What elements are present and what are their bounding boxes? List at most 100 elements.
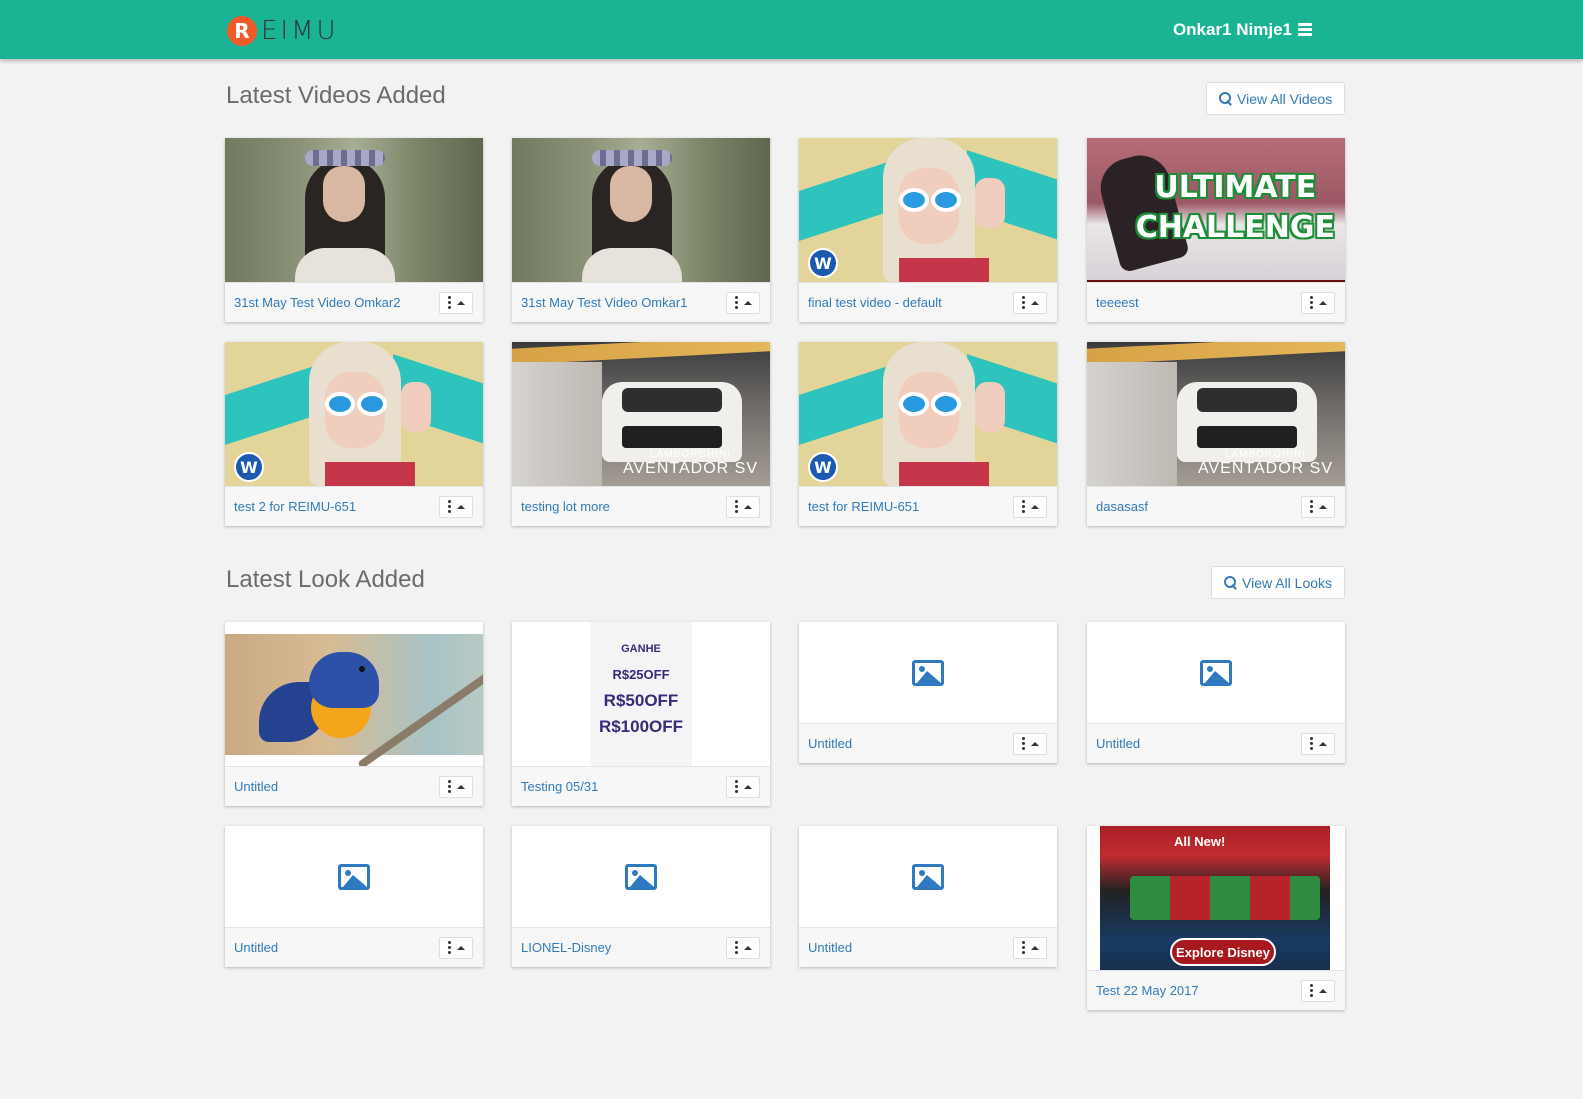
video-title[interactable]: 31st May Test Video Omkar1 [521, 295, 687, 310]
caret-up-icon [1318, 504, 1327, 509]
search-icon [1224, 576, 1237, 589]
card-actions-button[interactable] [1301, 291, 1335, 314]
video-thumbnail[interactable]: W [799, 342, 1057, 486]
video-title[interactable]: dasasasf [1096, 499, 1148, 514]
look-card[interactable]: Untitled [799, 826, 1057, 967]
user-menu[interactable]: Onkar1 Nimje1 [1173, 20, 1312, 40]
more-vertical-icon [1021, 296, 1025, 309]
look-title[interactable]: Untitled [1096, 736, 1140, 751]
look-title[interactable]: Untitled [808, 940, 852, 955]
look-title[interactable]: Untitled [234, 940, 278, 955]
look-card[interactable]: All New! Explore Disney Test 22 May 2017 [1087, 826, 1345, 1010]
video-title[interactable]: testing lot more [521, 499, 610, 514]
top-navbar: R EIMU Onkar1 Nimje1 [0, 0, 1583, 59]
look-thumbnail[interactable] [1087, 622, 1345, 723]
look-title[interactable]: Test 22 May 2017 [1096, 983, 1199, 998]
video-title[interactable]: test 2 for REIMU-651 [234, 499, 356, 514]
video-thumbnail[interactable]: LAMBORGHINI AVENTADOR SV [512, 342, 770, 486]
image-icon [338, 863, 370, 890]
more-vertical-icon [734, 941, 738, 954]
caret-up-icon [1318, 300, 1327, 305]
video-card[interactable]: LAMBORGHINI AVENTADOR SV testing lot mor… [512, 342, 770, 526]
user-name: Onkar1 Nimje1 [1172, 20, 1292, 39]
card-actions-button[interactable] [439, 936, 473, 959]
look-title[interactable]: LIONEL-Disney [521, 940, 611, 955]
car-brand-text: LAMBORGHINI [1225, 449, 1307, 460]
caret-up-icon [1030, 741, 1039, 746]
more-vertical-icon [1021, 737, 1025, 750]
logo-badge: R [227, 16, 257, 46]
video-title[interactable]: final test video - default [808, 295, 942, 310]
card-actions-button[interactable] [726, 291, 760, 314]
video-thumbnail[interactable]: ULTIMATE CHALLENGE [1087, 138, 1345, 282]
card-actions-button[interactable] [1013, 495, 1047, 518]
image-icon [912, 863, 944, 890]
more-vertical-icon [447, 941, 451, 954]
video-title[interactable]: teeeest [1096, 295, 1139, 310]
card-actions-button[interactable] [1013, 732, 1047, 755]
look-card[interactable]: LIONEL-Disney [512, 826, 770, 967]
logo-text: EIMU [261, 16, 339, 46]
video-thumbnail[interactable]: W [799, 138, 1057, 282]
view-all-looks-button[interactable]: View All Looks [1211, 566, 1346, 599]
look-title[interactable]: Untitled [234, 779, 278, 794]
look-card[interactable]: Untitled [225, 826, 483, 967]
caret-up-icon [743, 504, 752, 509]
video-thumbnail[interactable]: LAMBORGHINI AVENTADOR SV [1087, 342, 1345, 486]
caret-up-icon [456, 300, 465, 305]
video-title[interactable]: 31st May Test Video Omkar2 [234, 295, 400, 310]
look-thumbnail[interactable] [512, 826, 770, 927]
look-thumbnail[interactable]: GANHE R$25OFF R$50OFF R$100OFF [512, 622, 770, 766]
card-actions-button[interactable] [439, 291, 473, 314]
video-card[interactable]: W final test video - default [799, 138, 1057, 322]
look-title[interactable]: Untitled [808, 736, 852, 751]
video-thumbnail[interactable]: W [225, 342, 483, 486]
view-all-videos-label: View All Videos [1237, 90, 1333, 107]
card-actions-button[interactable] [726, 495, 760, 518]
view-all-looks-label: View All Looks [1242, 574, 1333, 591]
card-actions-button[interactable] [439, 495, 473, 518]
car-model-text: AVENTADOR SV [623, 460, 758, 477]
video-thumbnail[interactable] [512, 138, 770, 282]
video-card[interactable]: ULTIMATE CHALLENGE teeeest [1087, 138, 1345, 322]
promo-line: R$25OFF [612, 667, 670, 682]
card-actions-button[interactable] [1013, 936, 1047, 959]
look-title[interactable]: Testing 05/31 [521, 779, 598, 794]
disney-badge-text: All New! [1174, 834, 1226, 849]
look-card[interactable]: Untitled [1087, 622, 1345, 763]
caret-up-icon [743, 784, 752, 789]
bars-icon[interactable] [1298, 23, 1312, 37]
video-card[interactable]: W test 2 for REIMU-651 [225, 342, 483, 526]
videos-section-title: Latest Videos Added [226, 82, 446, 109]
card-actions-button[interactable] [726, 775, 760, 798]
promo-line: R$100OFF [598, 717, 684, 736]
ultimate-text: ULTIMATE [1154, 170, 1317, 205]
video-thumbnail[interactable] [225, 138, 483, 282]
video-card[interactable]: W test for REIMU-651 [799, 342, 1057, 526]
car-model-text: AVENTADOR SV [1198, 460, 1333, 477]
more-vertical-icon [447, 780, 451, 793]
look-thumbnail[interactable] [799, 622, 1057, 723]
more-vertical-icon [1021, 500, 1025, 513]
card-actions-button[interactable] [439, 775, 473, 798]
look-thumbnail[interactable]: All New! Explore Disney [1087, 826, 1345, 970]
video-card[interactable]: 31st May Test Video Omkar2 [225, 138, 483, 322]
view-all-videos-button[interactable]: View All Videos [1206, 82, 1346, 115]
look-thumbnail[interactable] [225, 622, 483, 766]
video-card[interactable]: 31st May Test Video Omkar1 [512, 138, 770, 322]
card-actions-button[interactable] [726, 936, 760, 959]
look-card[interactable]: GANHE R$25OFF R$50OFF R$100OFF Testing 0… [512, 622, 770, 806]
card-actions-button[interactable] [1301, 495, 1335, 518]
more-vertical-icon [734, 296, 738, 309]
look-card[interactable]: Untitled [225, 622, 483, 806]
look-thumbnail[interactable] [799, 826, 1057, 927]
card-actions-button[interactable] [1301, 979, 1335, 1002]
image-icon [625, 863, 657, 890]
look-thumbnail[interactable] [225, 826, 483, 927]
reimu-logo[interactable]: R EIMU [227, 16, 339, 46]
video-card[interactable]: LAMBORGHINI AVENTADOR SV dasasasf [1087, 342, 1345, 526]
card-actions-button[interactable] [1301, 732, 1335, 755]
card-actions-button[interactable] [1013, 291, 1047, 314]
look-card[interactable]: Untitled [799, 622, 1057, 763]
video-title[interactable]: test for REIMU-651 [808, 499, 919, 514]
